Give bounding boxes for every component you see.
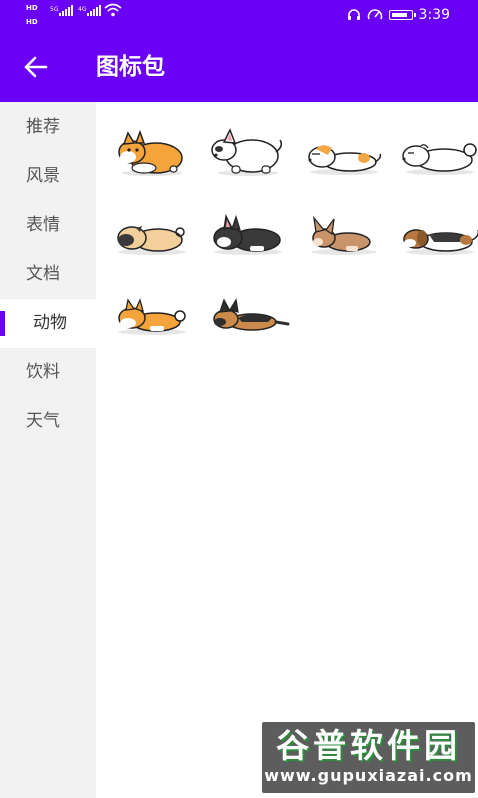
sidebar-item-emoji[interactable]: 表情 [0, 201, 96, 250]
category-sidebar: 推荐 风景 表情 文档 动物 饮料 天气 [0, 102, 96, 798]
icon-tile-chihuahua[interactable] [298, 202, 390, 272]
bull-terrier-sitting-icon [211, 128, 283, 176]
shiba-lying-icon [118, 298, 186, 335]
status-bar: HD HD 5G 4G 3:39 [0, 0, 478, 32]
wifi-icon [104, 3, 122, 17]
sidebar-item-documents[interactable]: 文档 [0, 250, 96, 299]
pug-lying-icon [117, 226, 186, 255]
boston-terrier-lying-icon [213, 213, 282, 255]
jack-russell-lying-icon [308, 145, 382, 175]
sidebar-item-label: 饮料 [26, 362, 60, 382]
status-bar-right: 3:39 [347, 7, 450, 23]
white-fluffy-dog-lying-icon [402, 143, 477, 175]
hd-label: HD [26, 18, 38, 26]
icon-tile-german-shepherd[interactable] [202, 282, 294, 352]
hd-label: HD [26, 4, 38, 12]
status-time: 3:39 [418, 7, 450, 23]
sidebar-item-drinks[interactable]: 饮料 [0, 348, 96, 397]
chihuahua-lying-icon [312, 215, 376, 255]
signal-icon [87, 4, 101, 16]
battery-icon [388, 10, 416, 20]
icon-tile-jack-russell[interactable] [298, 122, 390, 192]
german-shepherd-lying-icon [213, 298, 290, 331]
sidebar-item-label: 天气 [26, 411, 60, 431]
sidebar-item-label: 文档 [26, 264, 60, 284]
speedometer-icon [367, 9, 382, 20]
icon-tile-beagle[interactable] [394, 202, 478, 272]
sidebar-item-label: 推荐 [26, 117, 60, 137]
arrow-left-icon [24, 56, 48, 78]
sidebar-item-weather[interactable]: 天气 [0, 397, 96, 446]
icon-tile-shiba[interactable] [106, 282, 198, 352]
back-button[interactable] [18, 49, 54, 85]
watermark-url: www.gupuxiazai.com [264, 766, 473, 785]
watermark-name: 谷普软件园 [276, 726, 461, 765]
sidebar-item-scenery[interactable]: 风景 [0, 152, 96, 201]
sidebar-item-animals[interactable]: 动物 [0, 299, 96, 348]
headset-icon [347, 9, 360, 20]
sidebar-item-label: 风景 [26, 166, 60, 186]
app-bar: 图标包 [0, 32, 478, 102]
network-type-label: 5G [50, 6, 59, 13]
icon-tile-corgi[interactable] [106, 122, 198, 192]
corgi-sitting-icon [118, 129, 183, 176]
watermark-logo: 谷普软件园 www.gupuxiazai.com [262, 722, 475, 793]
page-title: 图标包 [96, 54, 165, 80]
sidebar-item-recommended[interactable]: 推荐 [0, 103, 96, 152]
beagle-lying-icon [403, 229, 478, 255]
icon-tile-pug[interactable] [106, 202, 198, 272]
icon-tile-bull-terrier[interactable] [202, 122, 294, 192]
icon-tile-boston-terrier[interactable] [202, 202, 294, 272]
sidebar-item-label: 表情 [26, 215, 60, 235]
sidebar-item-label: 动物 [33, 313, 67, 333]
icon-tile-white-fluffy-dog[interactable] [394, 122, 478, 192]
network-type-label: 4G [78, 6, 87, 13]
signal-icon [59, 4, 73, 16]
